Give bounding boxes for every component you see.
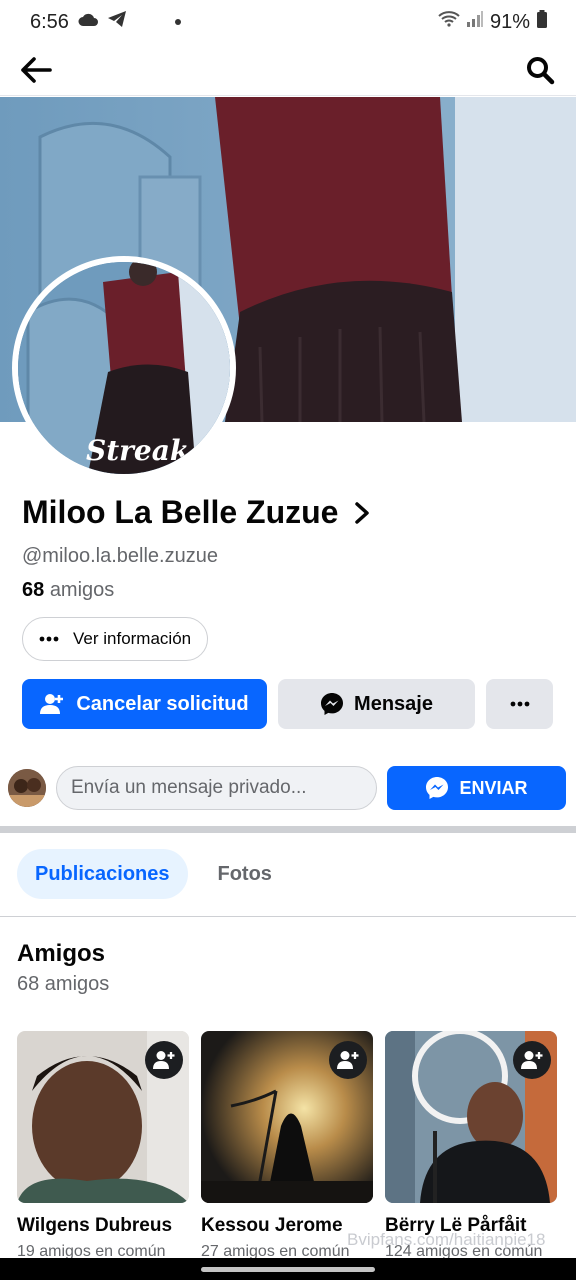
- message-label: Mensaje: [354, 692, 433, 715]
- private-message-placeholder: Envía un mensaje privado...: [71, 777, 307, 798]
- add-friend-icon: [337, 1051, 359, 1069]
- add-friend-button[interactable]: [329, 1041, 367, 1079]
- messenger-icon: [321, 693, 344, 715]
- battery-icon: [536, 10, 548, 34]
- wifi-icon: [438, 10, 460, 34]
- section-divider: [0, 826, 576, 833]
- friend-card[interactable]: Bërry Lë Pårfåit 124 amigos en común: [385, 1031, 557, 1261]
- search-icon: [527, 56, 555, 84]
- messenger-icon: [426, 777, 449, 799]
- friends-word: amigos: [49, 579, 115, 601]
- user-pending-icon: [40, 694, 64, 714]
- more-options-button[interactable]: [486, 679, 553, 729]
- add-friend-button[interactable]: [513, 1041, 551, 1079]
- friends-section-title: Amigos: [17, 940, 106, 967]
- add-friend-button[interactable]: [145, 1041, 183, 1079]
- add-friend-icon: [521, 1051, 543, 1069]
- friends-section-subtitle: 68 amigos: [17, 973, 110, 995]
- friends-number: 68: [22, 579, 45, 601]
- battery-level: 91%: [489, 10, 530, 33]
- cloud-icon: [77, 11, 99, 34]
- chevron-right-icon: [355, 501, 370, 524]
- back-arrow-icon: [21, 56, 52, 83]
- more-dots-icon: [510, 701, 529, 707]
- top-nav: [0, 44, 576, 96]
- watermark: Bvipfans.com/haitianpie18: [347, 1230, 546, 1249]
- private-message-input[interactable]: Envía un mensaje privado...: [56, 766, 377, 810]
- friend-name[interactable]: Wilgens Dubreus: [17, 1215, 189, 1237]
- private-message-row: Envía un mensaje privado... ENVIAR: [8, 766, 566, 810]
- friend-card[interactable]: Wilgens Dubreus 19 amigos en común: [17, 1031, 189, 1261]
- see-info-label: Ver información: [73, 629, 192, 648]
- telegram-icon: [107, 10, 127, 34]
- avatar-streak-text: Streak: [86, 434, 189, 467]
- signal-icon: [466, 10, 484, 34]
- send-label: ENVIAR: [459, 777, 528, 798]
- notification-dot: [174, 19, 181, 25]
- message-button[interactable]: Mensaje: [278, 679, 475, 729]
- profile-tabs: Publicaciones Fotos: [17, 849, 290, 899]
- back-button[interactable]: [18, 52, 54, 88]
- friend-card[interactable]: Kessou Jerome 27 amigos en común: [201, 1031, 373, 1261]
- status-bar: 6:56 91%: [0, 0, 576, 44]
- profile-name-row[interactable]: Miloo La Belle Zuzue: [22, 494, 370, 531]
- status-time: 6:56: [30, 10, 69, 33]
- tabs-divider: [0, 916, 576, 917]
- add-friend-icon: [153, 1051, 175, 1069]
- see-info-button[interactable]: Ver información: [22, 617, 209, 661]
- more-dots-icon: [39, 636, 59, 642]
- tab-fotos[interactable]: Fotos: [200, 849, 290, 899]
- profile-handle: @miloo.la.belle.zuzue: [22, 545, 218, 567]
- tab-publicaciones[interactable]: Publicaciones: [17, 849, 188, 899]
- friend-photo[interactable]: [201, 1031, 373, 1203]
- system-nav-bar: [0, 1258, 576, 1280]
- home-gesture-bar[interactable]: [201, 1266, 375, 1272]
- profile-avatar[interactable]: Streak: [12, 256, 236, 480]
- search-button[interactable]: [522, 52, 558, 88]
- profile-friends-count[interactable]: 68 amigos: [22, 579, 114, 602]
- friends-grid: Wilgens Dubreus 19 amigos en común Kesso…: [17, 1031, 557, 1261]
- cancel-request-button[interactable]: Cancelar solicitud: [22, 679, 267, 729]
- friend-photo[interactable]: [17, 1031, 189, 1203]
- profile-actions: Cancelar solicitud Mensaje: [22, 679, 553, 729]
- send-button[interactable]: ENVIAR: [387, 766, 566, 810]
- cancel-request-label: Cancelar solicitud: [76, 692, 249, 715]
- friend-photo[interactable]: [385, 1031, 557, 1203]
- current-user-avatar: [8, 769, 46, 807]
- profile-name: Miloo La Belle Zuzue: [22, 494, 339, 530]
